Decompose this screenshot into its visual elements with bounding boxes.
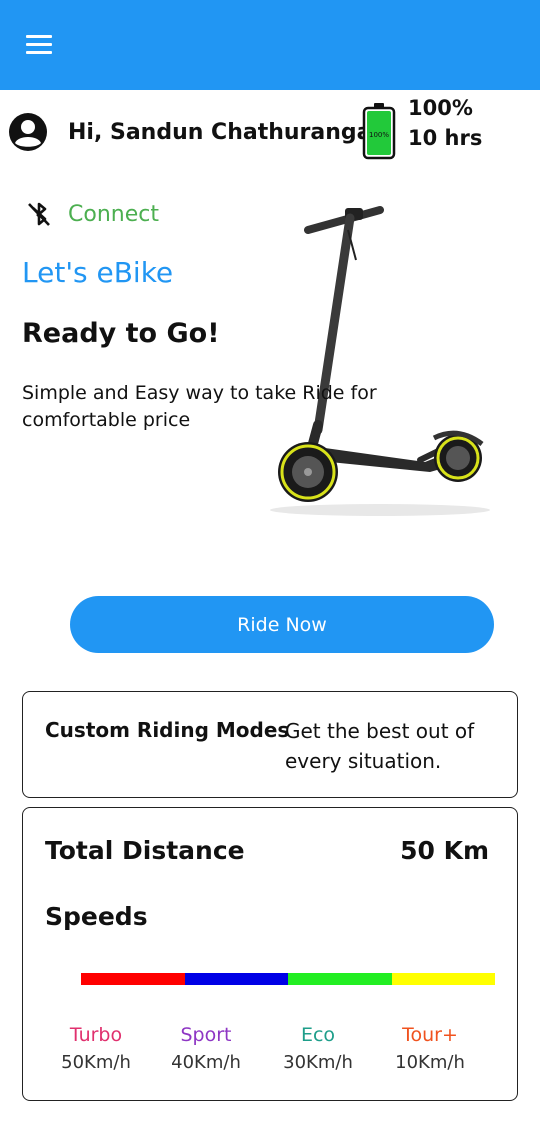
speed-bar-segment-turbo [81, 973, 185, 985]
menu-icon [26, 51, 52, 54]
battery-icon-label: 100% [369, 131, 389, 139]
user-header: Hi, Sandun Chathuranga 100% 100% 10 hrs [0, 92, 540, 172]
mode-name: Turbo [69, 1024, 123, 1046]
scooter-image [270, 206, 490, 516]
brand-title: Let's eBike [22, 256, 174, 289]
stats-card: Total Distance 50 Km Speeds Turbo 50Km/h… [22, 807, 518, 1101]
connect-button[interactable]: Connect [24, 198, 159, 230]
mode-speed: 10Km/h [395, 1052, 465, 1073]
mode-speed: 40Km/h [171, 1052, 241, 1073]
tagline: Simple and Easy way to take Ride for com… [22, 382, 377, 431]
mode-turbo: Turbo 50Km/h [41, 1024, 151, 1073]
riding-modes-title: Custom Riding Modes [45, 718, 290, 742]
ride-now-button[interactable]: Ride Now [70, 596, 494, 653]
app-bar [0, 0, 540, 90]
riding-modes-description: Get the best out of every situation. [285, 719, 475, 773]
battery-hours: 10 hrs [408, 126, 483, 150]
speed-color-bar [81, 973, 495, 985]
menu-icon [26, 35, 52, 38]
speeds-label: Speeds [45, 902, 148, 931]
connect-label: Connect [68, 201, 159, 227]
speed-bar-segment-tour [391, 973, 495, 985]
mode-name: Tour+ [402, 1024, 458, 1046]
mode-speed: 50Km/h [61, 1052, 131, 1073]
mode-tour: Tour+ 10Km/h [375, 1024, 485, 1073]
menu-icon [26, 43, 52, 46]
speed-bar-segment-eco [288, 973, 392, 985]
battery-icon: 100% [362, 103, 396, 160]
riding-modes-card[interactable]: Custom Riding Modes Get the best out of … [22, 691, 518, 798]
total-distance-value: 50 Km [400, 836, 489, 865]
menu-button[interactable] [18, 27, 62, 63]
user-greeting: Hi, Sandun Chathuranga [68, 120, 372, 145]
total-distance-label: Total Distance [45, 836, 245, 865]
bluetooth-disabled-icon [28, 202, 50, 226]
battery-percent: 100% [408, 96, 473, 120]
mode-name: Sport [180, 1024, 232, 1046]
mode-eco: Eco 30Km/h [263, 1024, 373, 1073]
headline: Ready to Go! [22, 318, 220, 349]
account-circle-icon[interactable] [8, 112, 48, 152]
mode-sport: Sport 40Km/h [151, 1024, 261, 1073]
speed-bar-segment-sport [184, 973, 288, 985]
mode-name: Eco [300, 1024, 336, 1046]
mode-speed: 30Km/h [283, 1052, 353, 1073]
